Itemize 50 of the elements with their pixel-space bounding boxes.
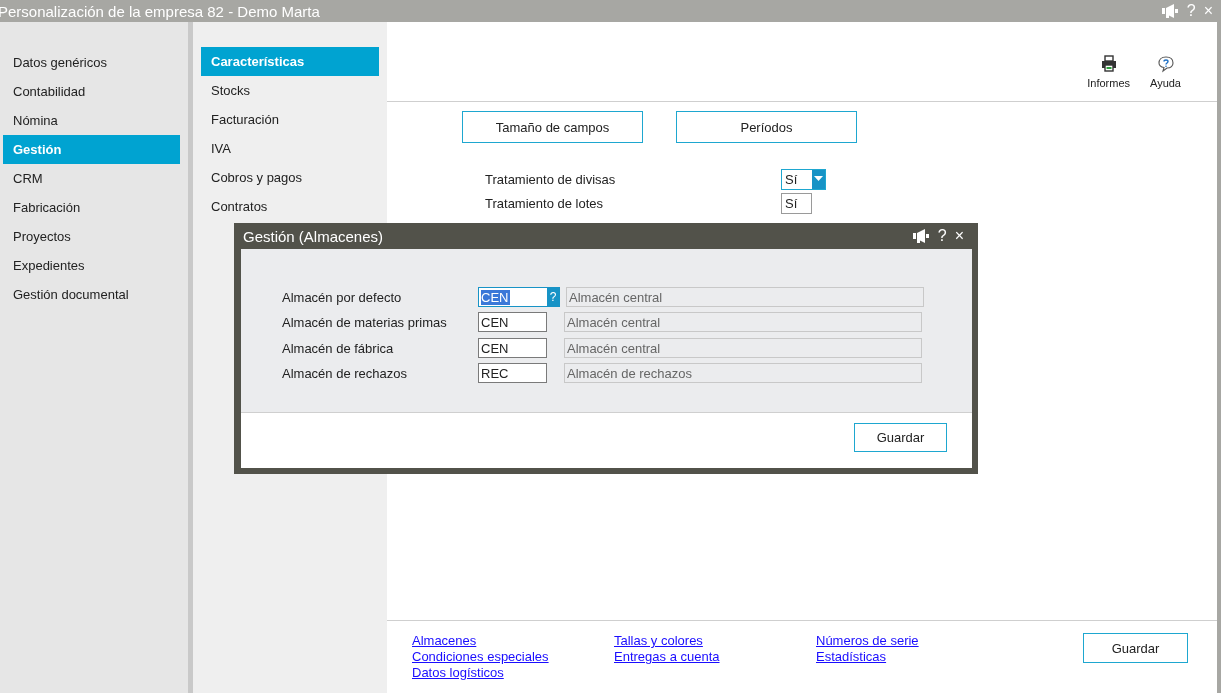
setting-label: Tratamiento de lotes <box>485 195 605 211</box>
setting-label: Tratamiento de divisas <box>485 171 617 187</box>
dropdown[interactable]: Sí <box>781 168 826 190</box>
sidebar-item[interactable]: Contabilidad <box>3 77 180 106</box>
toolbar-button[interactable]: Informes <box>1087 55 1130 89</box>
link[interactable]: Datos logísticos <box>412 665 614 681</box>
link[interactable]: Números de serie <box>816 633 1018 649</box>
window-title: Personalización de la empresa 82 - Demo Marta <box>0 2 321 20</box>
toolbar-button[interactable]: Ayuda <box>1150 55 1181 89</box>
sidebar-item[interactable]: CRM <box>3 164 180 193</box>
field-label: Almacén de rechazos <box>282 365 408 381</box>
description-field: Almacén de rechazos <box>564 363 922 383</box>
code-field[interactable]: REC <box>478 363 547 383</box>
description-field: Almacén central <box>564 312 922 332</box>
subnav-item[interactable]: Facturación <box>201 105 379 134</box>
description-field: Almacén central <box>564 338 922 358</box>
link[interactable]: Entregas a cuenta <box>614 649 816 665</box>
option-button[interactable]: Períodos <box>676 111 857 143</box>
sidebar-item[interactable]: Gestión documental <box>3 280 180 309</box>
subnav-item[interactable]: IVA <box>201 134 379 163</box>
sidebar-item[interactable]: Proyectos <box>3 222 180 251</box>
input-field[interactable]: Sí <box>781 192 812 214</box>
field-label: Almacén de materias primas <box>282 314 448 330</box>
subnav-item[interactable]: Contratos <box>201 192 379 221</box>
printer-icon <box>1099 55 1118 73</box>
sidebar-item[interactable]: Expedientes <box>3 251 180 280</box>
dialog-title: Gestión (Almacenes) <box>243 227 385 245</box>
close-button[interactable]: × <box>954 227 964 245</box>
caret-icon <box>814 176 823 182</box>
save-button[interactable]: Guardar <box>1083 633 1188 663</box>
code-field[interactable]: CEN <box>478 312 547 332</box>
code-field[interactable]: CEN <box>478 338 547 358</box>
sidebar-item[interactable]: Fabricación <box>3 193 180 222</box>
link[interactable]: Condiciones especiales <box>412 649 614 665</box>
link[interactable]: Estadísticas <box>816 649 1018 665</box>
code-field[interactable]: CEN ? <box>478 287 560 307</box>
link[interactable]: Tallas y colores <box>614 633 816 649</box>
option-button[interactable]: Tamaño de campos <box>462 111 643 143</box>
help-button[interactable]: ? <box>937 227 947 245</box>
link[interactable]: Almacenes <box>412 633 614 649</box>
subnav-item[interactable]: Stocks <box>201 76 379 105</box>
subnav-item[interactable]: Cobros y pagos <box>201 163 379 192</box>
sidebar-item[interactable]: Nómina <box>3 106 180 135</box>
megaphone-icon[interactable] <box>912 229 930 243</box>
field-label: Almacén de fábrica <box>282 340 395 356</box>
sidebar-item[interactable]: Datos genéricos <box>3 48 180 77</box>
save-button[interactable]: Guardar <box>854 423 947 452</box>
speech-bubble-icon <box>1156 55 1175 73</box>
description-field: Almacén central <box>566 287 924 307</box>
field-label: Almacén por defecto <box>282 289 403 305</box>
